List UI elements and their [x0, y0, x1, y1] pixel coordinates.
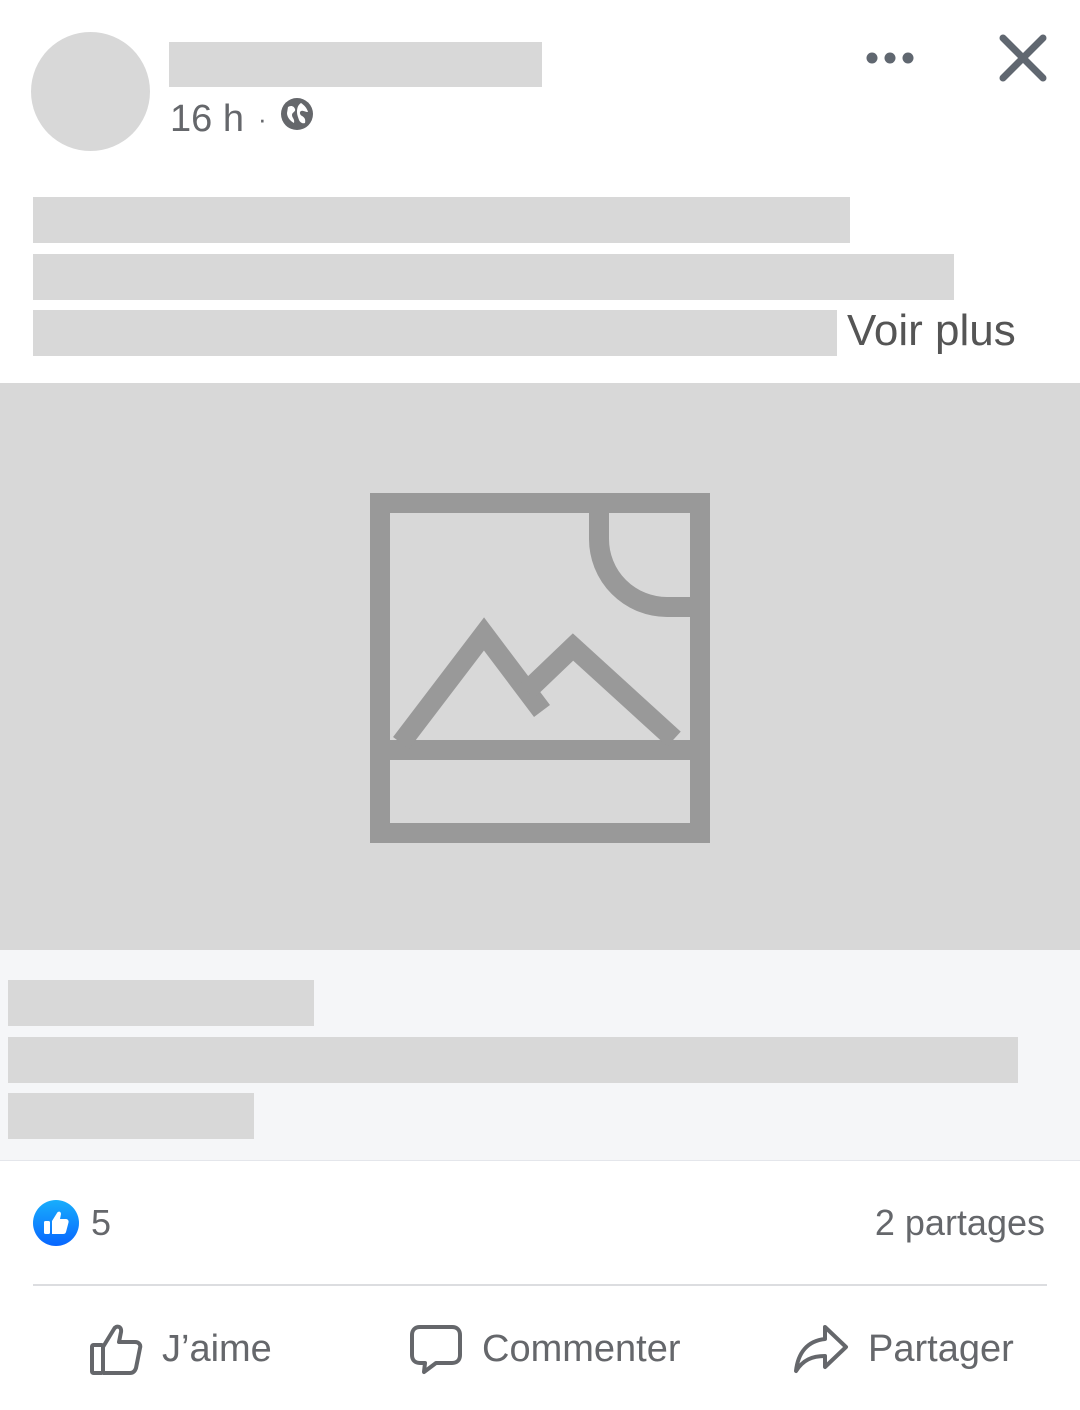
link-title-placeholder: [8, 1037, 1018, 1083]
see-more-link[interactable]: Voir plus: [847, 304, 1016, 358]
link-preview[interactable]: [0, 950, 1080, 1161]
close-icon: [999, 34, 1047, 82]
comment-label: Commenter: [482, 1327, 681, 1370]
thumbs-up-icon: [90, 1324, 143, 1375]
like-label: J’aime: [162, 1327, 272, 1370]
shares-count[interactable]: 2 partages: [875, 1198, 1045, 1248]
comment-button[interactable]: Commenter: [408, 1314, 681, 1384]
globe-icon: [279, 96, 315, 142]
link-description-placeholder: [8, 1093, 254, 1139]
share-arrow-icon: [794, 1325, 848, 1373]
post-text-line: [33, 310, 837, 356]
like-reaction-icon: [33, 1200, 79, 1246]
author-name-placeholder[interactable]: [169, 42, 542, 87]
more-options-button[interactable]: [862, 38, 918, 78]
meta-separator: ·: [257, 103, 267, 134]
post-image[interactable]: [0, 383, 1080, 950]
comment-bubble-icon: [410, 1325, 462, 1374]
avatar[interactable]: [31, 32, 150, 151]
divider: [33, 1284, 1047, 1286]
post-text-line: [33, 254, 954, 300]
post-meta: 16 h ·: [170, 96, 315, 142]
reaction-summary[interactable]: 5: [33, 1198, 111, 1248]
link-domain-placeholder: [8, 980, 314, 1026]
share-button[interactable]: Partager: [792, 1314, 1014, 1384]
like-button[interactable]: J’aime: [88, 1314, 272, 1384]
image-placeholder-icon: [370, 493, 710, 843]
share-label: Partager: [868, 1327, 1014, 1370]
post-text-line: [33, 197, 850, 243]
post-card: 16 h · Voir plus 5 2 partages J’aime Com…: [0, 0, 1080, 1410]
close-button[interactable]: [997, 32, 1049, 84]
reaction-count: 5: [91, 1202, 112, 1243]
post-timestamp[interactable]: 16 h: [170, 98, 244, 141]
more-horizontal-icon: [866, 52, 914, 64]
